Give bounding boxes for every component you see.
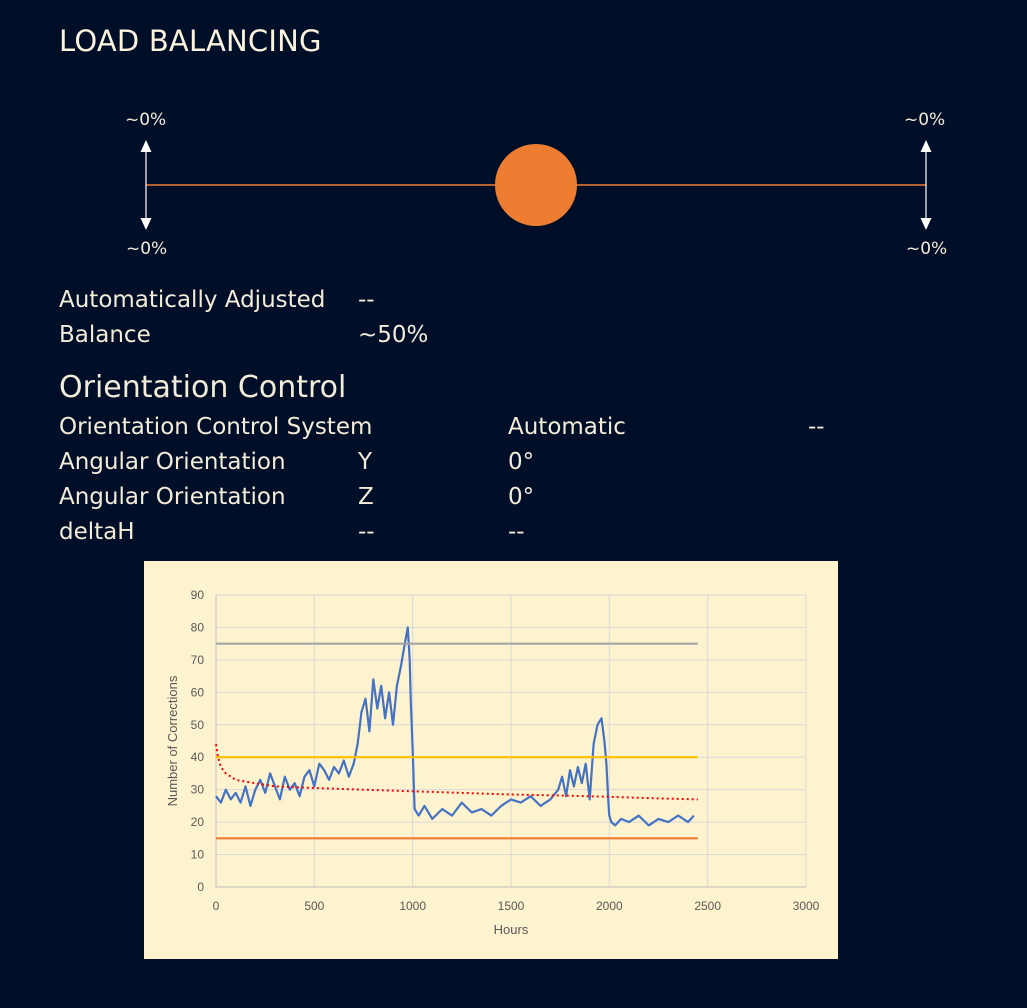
x-tick-label: 3000 <box>793 899 820 913</box>
y-tick-label: 20 <box>191 815 205 829</box>
y-tick-label: 0 <box>197 880 204 894</box>
x-axis-label: Hours <box>494 922 529 937</box>
orientation-title: Orientation Control <box>59 370 347 405</box>
corrections-chart: 0 10 20 30 40 50 60 70 80 90 0 500 1000 1500 2000 2500 3… <box>165 588 820 937</box>
y-tick-label: 40 <box>191 750 205 764</box>
auto-adjusted-label: Automatically Adjusted <box>59 287 326 313</box>
balance-knob[interactable] <box>495 144 577 226</box>
angular-z-axis: Z <box>358 484 374 510</box>
arrow-up-left-icon <box>140 140 152 185</box>
deltah-value: -- <box>508 519 525 545</box>
balance-value: ~50% <box>358 322 429 348</box>
x-tick-label: 2500 <box>694 899 721 913</box>
y-axis-label: Number of Corrections <box>165 675 180 806</box>
x-tick-label: 0 <box>213 899 220 913</box>
x-tick-label: 500 <box>304 899 324 913</box>
arrow-down-right-icon <box>920 185 932 230</box>
top-left-percentage: ~0% <box>125 110 167 130</box>
arrow-down-left-icon <box>140 185 152 230</box>
y-tick-label: 90 <box>191 588 205 602</box>
y-tick-label: 70 <box>191 653 205 667</box>
series-line-4 <box>215 744 698 801</box>
deltah-label: deltaH <box>59 519 135 545</box>
top-right-percentage: ~0% <box>904 110 946 130</box>
y-tick-label: 60 <box>191 685 205 699</box>
y-tick-label: 50 <box>191 718 205 732</box>
y-tick-label: 30 <box>191 783 205 797</box>
angular-y-label: Angular Orientation <box>59 449 286 475</box>
x-tick-label: 2000 <box>596 899 623 913</box>
angular-z-label: Angular Orientation <box>59 484 286 510</box>
bottom-right-percentage: ~0% <box>906 239 948 259</box>
orientation-system-status: -- <box>808 414 825 440</box>
x-tick-label: 1000 <box>399 899 426 913</box>
angular-y-axis: Y <box>358 449 373 475</box>
angular-z-value: 0° <box>508 484 535 510</box>
y-tick-label: 10 <box>191 848 205 862</box>
arrow-up-right-icon <box>920 140 932 185</box>
x-tick-label: 1500 <box>498 899 525 913</box>
orientation-system-label: Orientation Control System <box>59 414 373 440</box>
page-title: LOAD BALANCING <box>59 24 322 58</box>
deltah-axis: -- <box>358 519 375 545</box>
angular-y-value: 0° <box>508 449 535 475</box>
bottom-left-percentage: ~0% <box>126 239 168 259</box>
series-line-0 <box>215 626 695 827</box>
balance-label: Balance <box>59 322 151 348</box>
orientation-system-mode: Automatic <box>508 414 626 440</box>
corrections-chart-panel: 0 10 20 30 40 50 60 70 80 90 0 500 1000 1500 2000 2500 3… <box>144 561 838 959</box>
y-tick-label: 80 <box>191 620 205 634</box>
auto-adjusted-value: -- <box>358 287 375 313</box>
